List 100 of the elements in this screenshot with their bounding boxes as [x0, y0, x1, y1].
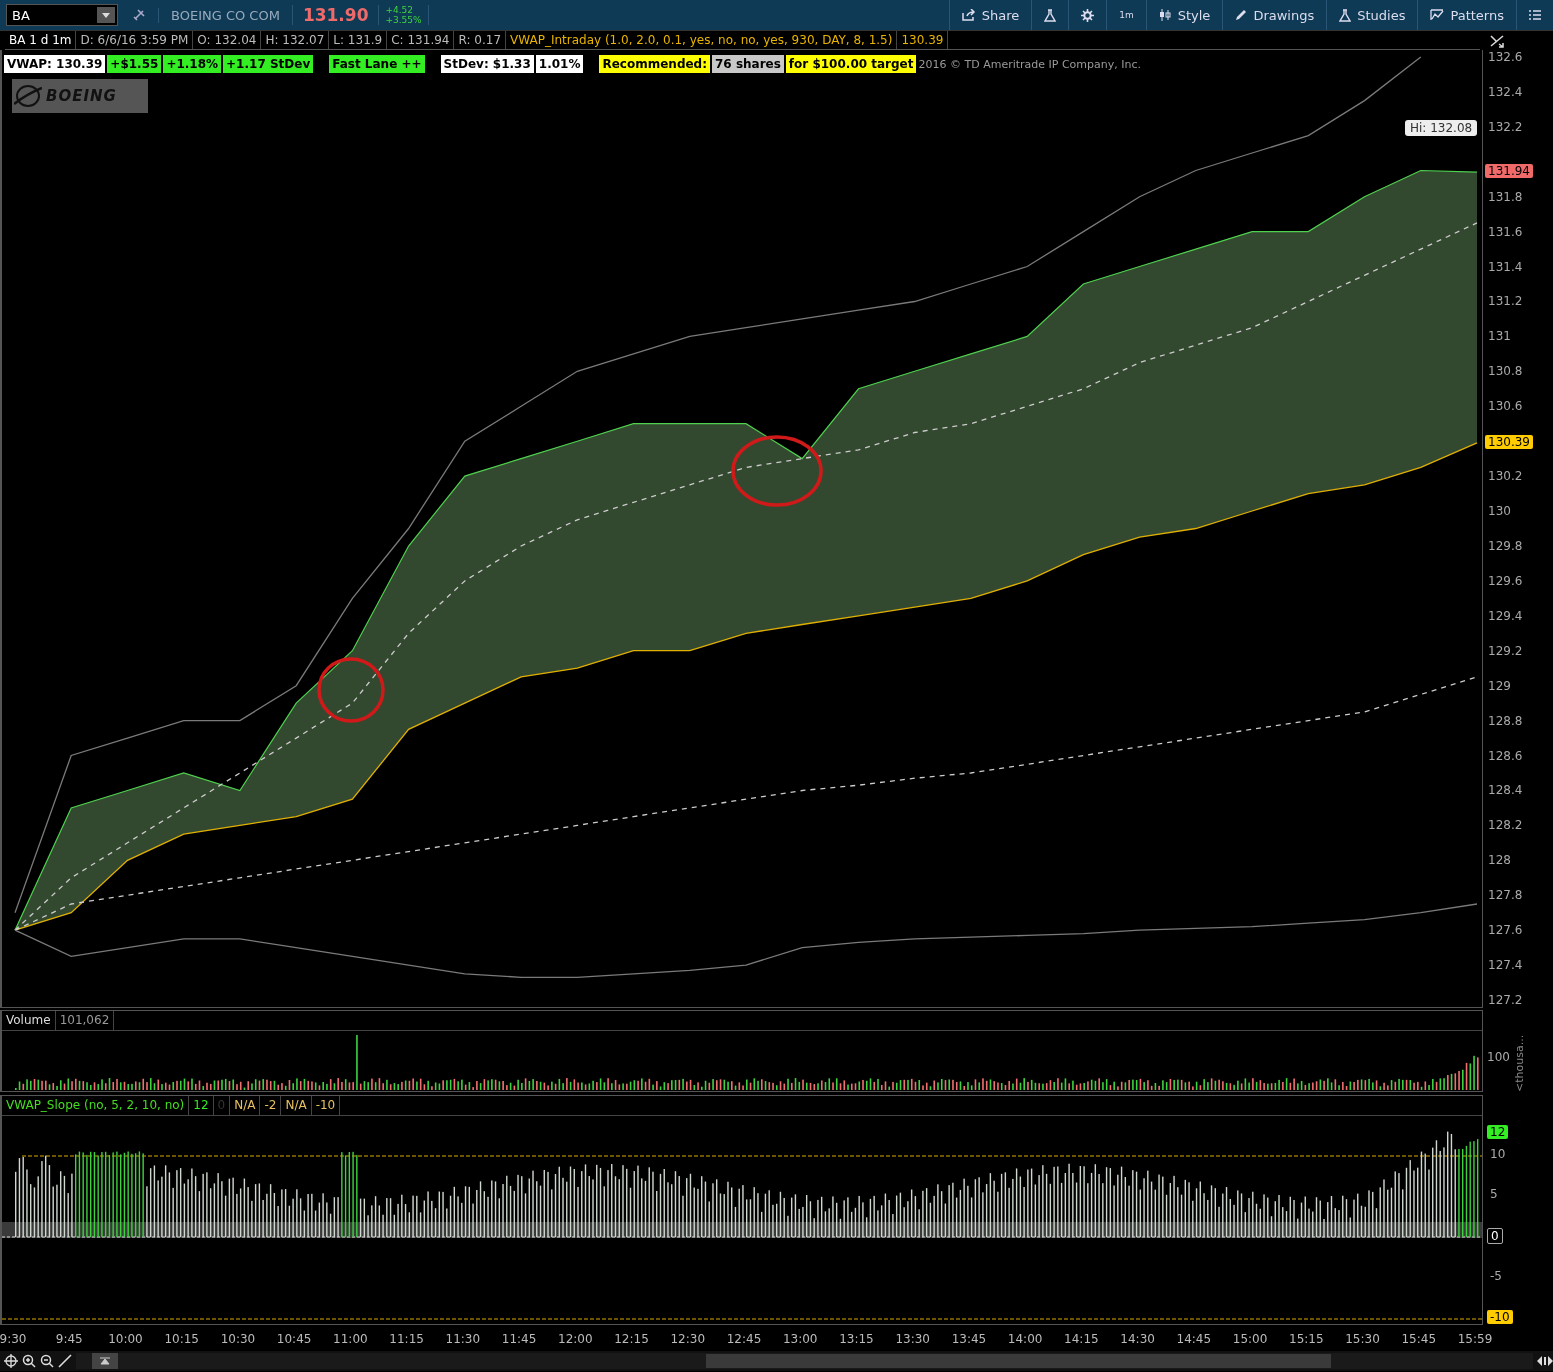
axis-tick-label: 11:00 [333, 1332, 368, 1346]
axis-tick-label: 129.2 [1488, 643, 1523, 658]
highlight-circle [317, 657, 385, 723]
flask-icon [1339, 8, 1352, 22]
pattern-chart-icon [1430, 9, 1445, 21]
indicator-reading: N/A [230, 1096, 261, 1115]
indicator-reading: N/A [281, 1096, 312, 1115]
indicator-label: StDev: $1.33 [440, 55, 534, 73]
axis-tick-label: 100 [1487, 1050, 1510, 1064]
chart-info-field: C: 131.94 [387, 31, 455, 49]
indicator-label: +$1.55 [107, 55, 162, 73]
axis-tick-label: 14:45 [1176, 1332, 1212, 1346]
percent-change: +3.55% [385, 15, 422, 25]
axis-tick-label: 10:30 [220, 1332, 256, 1346]
axis-tick-label: 129.6 [1488, 573, 1523, 588]
symbol-field[interactable]: BA [6, 4, 118, 26]
axis-tick-label: 12:30 [670, 1332, 706, 1346]
axis-tick-label: -10 [1487, 1309, 1513, 1324]
axis-tick-label: 128.8 [1488, 713, 1523, 728]
vwap-price-tag: 130.39 [1485, 434, 1533, 449]
indicator-label: for $100.00 target [785, 55, 917, 73]
indicator-reading: -2 [260, 1096, 282, 1115]
axis-tick-label: 130.6 [1488, 399, 1523, 414]
indicator-label: Recommended: [599, 55, 710, 73]
axis-tick-label: 9:30 [0, 1332, 27, 1346]
axis-tick-label: 127.6 [1488, 923, 1523, 938]
pencil-button[interactable]: Drawings [1222, 0, 1327, 30]
axis-tick-label: 128.6 [1488, 748, 1523, 763]
high-price-label: Hi: 132.08 [1405, 120, 1478, 136]
menu-icon [1529, 10, 1541, 20]
expand-arrows-icon[interactable] [1537, 1356, 1553, 1366]
axis-tick-label: 10:15 [164, 1332, 199, 1346]
share-button[interactable]: Share [948, 0, 1032, 30]
scrollbar-thumb[interactable] [706, 1354, 1331, 1368]
copyright-text: 2016 © TD Ameritrade IP Company, Inc. [918, 57, 1142, 71]
axis-tick-label: 131.2 [1488, 294, 1523, 309]
axis-tick-label: 13:15 [839, 1332, 874, 1346]
chart-info-field: D: 6/6/16 3:59 PM [76, 31, 194, 49]
axis-tick-label: 127.2 [1488, 993, 1523, 1007]
chart-info-field: 130.39 [897, 31, 949, 49]
axis-tick-label: 15:59 [1457, 1332, 1493, 1346]
zoom-out-icon[interactable] [40, 1354, 54, 1368]
auto-scale-icon[interactable] [1489, 34, 1505, 48]
indicator-reading: 12 [189, 1096, 214, 1115]
dropdown-icon[interactable] [97, 7, 115, 23]
axis-tick-label: 14:30 [1120, 1332, 1155, 1346]
axis-tick-label: 15:15 [1289, 1332, 1324, 1346]
indicator-label: 76 shares [712, 55, 784, 73]
axis-tick-label: 14:15 [1064, 1332, 1099, 1346]
pane-title: VWAP_Slope (no, 5, 2, 10, no) [2, 1096, 190, 1115]
axis-tick-label: 127.4 [1488, 958, 1523, 973]
axis-tick-label: 132.4 [1488, 84, 1523, 99]
axis-tick-label: 129.4 [1488, 608, 1523, 623]
line-tool-icon[interactable] [58, 1354, 72, 1368]
flask-icon [1044, 8, 1057, 22]
last-price: 131.90 [291, 5, 379, 25]
axis-tick-label: 11:45 [501, 1332, 537, 1346]
axis-tick-label: 130.8 [1488, 364, 1523, 379]
chart-info-field: H: 132.07 [261, 31, 330, 49]
company-logo: BOEING [12, 79, 148, 113]
axis-tick-label: 10:45 [276, 1332, 312, 1346]
chart-info-field: VWAP_Intraday (1.0, 2.0, 0.1, yes, no, no, yes, 930, DAY, 8, 1.5) [506, 31, 898, 49]
link-icon[interactable] [132, 8, 146, 22]
indicator-label: +1.17 StDev [223, 55, 314, 73]
crosshair-icon[interactable] [4, 1354, 18, 1368]
text-button[interactable]: 1m [1106, 0, 1146, 30]
axis-tick-label: 0 [1487, 1228, 1503, 1244]
flask-button[interactable]: Studies [1326, 0, 1418, 30]
axis-tick-label: 129.8 [1488, 538, 1523, 553]
indicator-label: VWAP: 130.39 [4, 55, 106, 73]
collapse-button[interactable] [92, 1353, 118, 1369]
axis-tick-label: 12:00 [558, 1332, 593, 1346]
axis-tick-label: 15:00 [1232, 1332, 1268, 1346]
patterns-button[interactable]: Patterns [1417, 0, 1516, 30]
axis-tick-label: 128.2 [1488, 818, 1523, 833]
pencil-icon [1235, 9, 1248, 21]
axis-tick-label: 5 [1489, 1187, 1499, 1202]
axis-tick-label: 130 [1488, 504, 1511, 519]
axis-tick-label: 131.4 [1488, 259, 1523, 274]
candlestick-icon [1158, 9, 1172, 21]
chart-info-field: BA 1 d 1m [5, 31, 77, 49]
axis-tick-label: 131.8 [1488, 189, 1523, 204]
axis-tick-label: 13:30 [895, 1332, 930, 1346]
axis-tick-label: 11:30 [445, 1332, 481, 1346]
indicator-reading: -10 [311, 1096, 341, 1115]
axis-tick-label: 130.2 [1488, 469, 1523, 484]
axis-tick-label: 132.2 [1488, 119, 1523, 134]
indicator-label: +1.18% [163, 55, 222, 73]
axis-tick-label: 15:30 [1345, 1332, 1380, 1346]
chart-scrollbar[interactable] [76, 1353, 1533, 1369]
axis-tick-label: -5 [1489, 1268, 1503, 1283]
axis-tick-label: 132.6 [1488, 50, 1523, 64]
axis-tick-label: 10 [1489, 1146, 1507, 1161]
zoom-in-icon[interactable] [22, 1354, 36, 1368]
style-button[interactable]: Style [1145, 0, 1223, 30]
chart-info-field: R: 0.17 [454, 31, 506, 49]
axis-tick-label: 15:45 [1401, 1332, 1437, 1346]
price-change: +4.52 [385, 5, 415, 15]
pane-title: Volume [2, 1011, 56, 1030]
axis-tick-label: 12 [1487, 1125, 1509, 1140]
